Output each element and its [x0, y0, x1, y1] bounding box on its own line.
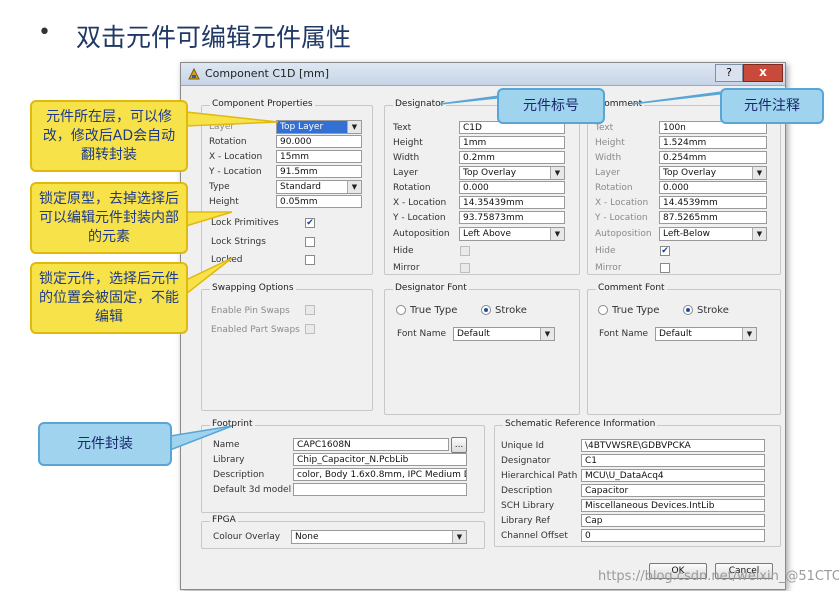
lock-primitives-callout: 锁定原型，去掉选择后可以编辑元件封装内部的元素: [30, 182, 188, 254]
comment-callout: 元件注释: [720, 88, 824, 124]
designator-callout: 元件标号: [497, 88, 605, 124]
layer-callout: 元件所在层，可以修改，修改后AD会自动翻转封装: [30, 100, 188, 172]
watermark: https://blog.csdn.net/weixin_@51CTO博客: [598, 569, 839, 584]
footprint-callout: 元件封装: [38, 422, 172, 466]
locked-callout: 锁定元件，选择后元件的位置会被固定，不能编辑: [30, 262, 188, 334]
